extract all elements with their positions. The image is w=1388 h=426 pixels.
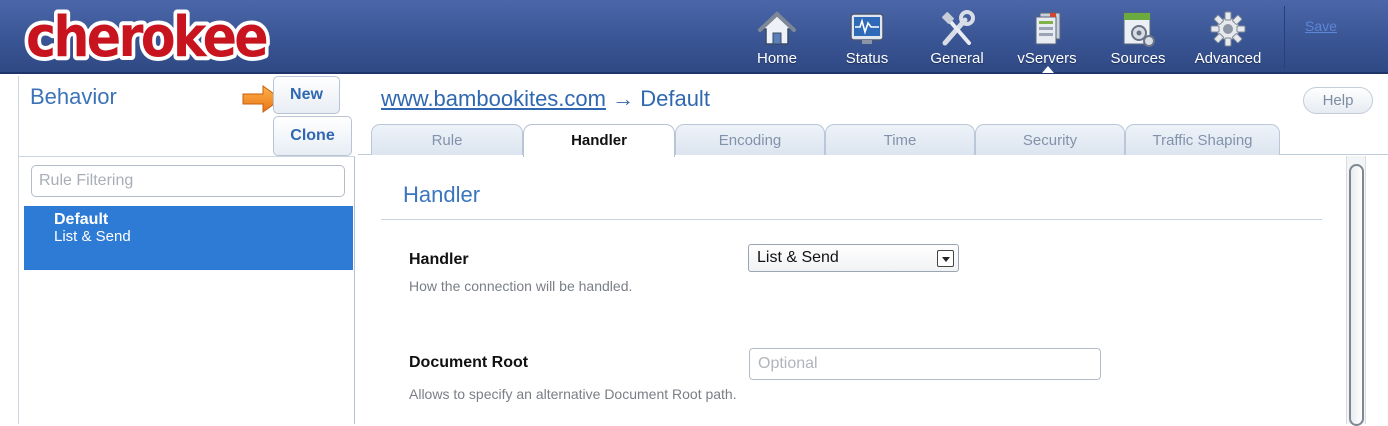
sidebar-title: Behavior [30,84,117,109]
clone-rule-button[interactable]: Clone [273,116,352,156]
nav-sources[interactable]: Sources [1108,0,1168,72]
document-root-input[interactable] [749,348,1101,380]
new-rule-button[interactable]: New [273,76,340,114]
tab-security[interactable]: Security [975,124,1125,156]
handler-select[interactable]: List & Send [748,244,959,272]
nav-advanced[interactable]: Advanced [1192,0,1264,72]
cherokee-logo[interactable]: cherokee cherokee [22,4,272,70]
rule-name: Default [54,211,109,228]
home-icon [758,10,796,48]
save-link[interactable]: Save [1305,18,1337,34]
rule-list-item[interactable]: Default List & Send [24,206,353,270]
nav-home-label: Home [756,50,797,67]
gear-icon [1209,10,1247,48]
handler-field-label: Handler [409,251,469,268]
rule-filter-input[interactable] [31,165,345,197]
nav-status[interactable]: Status [843,0,891,72]
handler-field-help: How the connection will be handled. [409,278,633,294]
nav-general[interactable]: General [928,0,986,72]
document-root-help: Allows to specify an alternative Documen… [409,386,737,402]
svg-text:cherokee: cherokee [26,5,267,70]
handler-select-value: List & Send [757,249,839,266]
chevron-down-icon [937,250,954,267]
nav-sources-label: Sources [1110,50,1166,67]
nav-general-label: General [930,50,984,67]
tools-icon [938,10,976,48]
top-navigation-bar: cherokee cherokee Home Status General vS… [0,0,1388,74]
sources-icon [1119,10,1157,48]
active-nav-marker [1042,66,1054,73]
document-root-label: Document Root [409,354,529,371]
breadcrumb-rule: Default [640,86,710,111]
vservers-icon [1028,10,1066,48]
topbar-divider [1284,6,1285,68]
sidebar-divider [19,156,355,157]
nav-status-label: Status [845,50,889,67]
breadcrumb-separator: → [605,86,641,111]
section-divider [381,219,1322,220]
tab-handler[interactable]: Handler [523,124,675,157]
scrollbar-thumb[interactable] [1349,164,1364,426]
rule-handler: List & Send [54,228,131,245]
tab-traffic-shaping[interactable]: Traffic Shaping [1125,124,1280,156]
tab-rule[interactable]: Rule [371,124,523,156]
help-button[interactable]: Help [1303,87,1373,114]
status-monitor-icon [848,10,886,48]
tab-time[interactable]: Time [825,124,975,156]
tab-encoding[interactable]: Encoding [675,124,825,156]
nav-vservers[interactable]: vServers [1015,0,1079,72]
nav-advanced-label: Advanced [1194,50,1262,67]
behavior-sidebar: Behavior New Clone Default List & Send [18,76,355,424]
panel-scrollbar[interactable] [1346,156,1366,426]
nav-vservers-label: vServers [1017,50,1077,67]
section-title: Handler [403,182,481,207]
sidebar-header: Behavior New Clone [19,76,355,156]
nav-home[interactable]: Home [755,0,799,72]
breadcrumb-vserver-link[interactable]: www.bambookites.com [381,86,606,111]
breadcrumb: www.bambookites.com → Default [381,86,710,112]
